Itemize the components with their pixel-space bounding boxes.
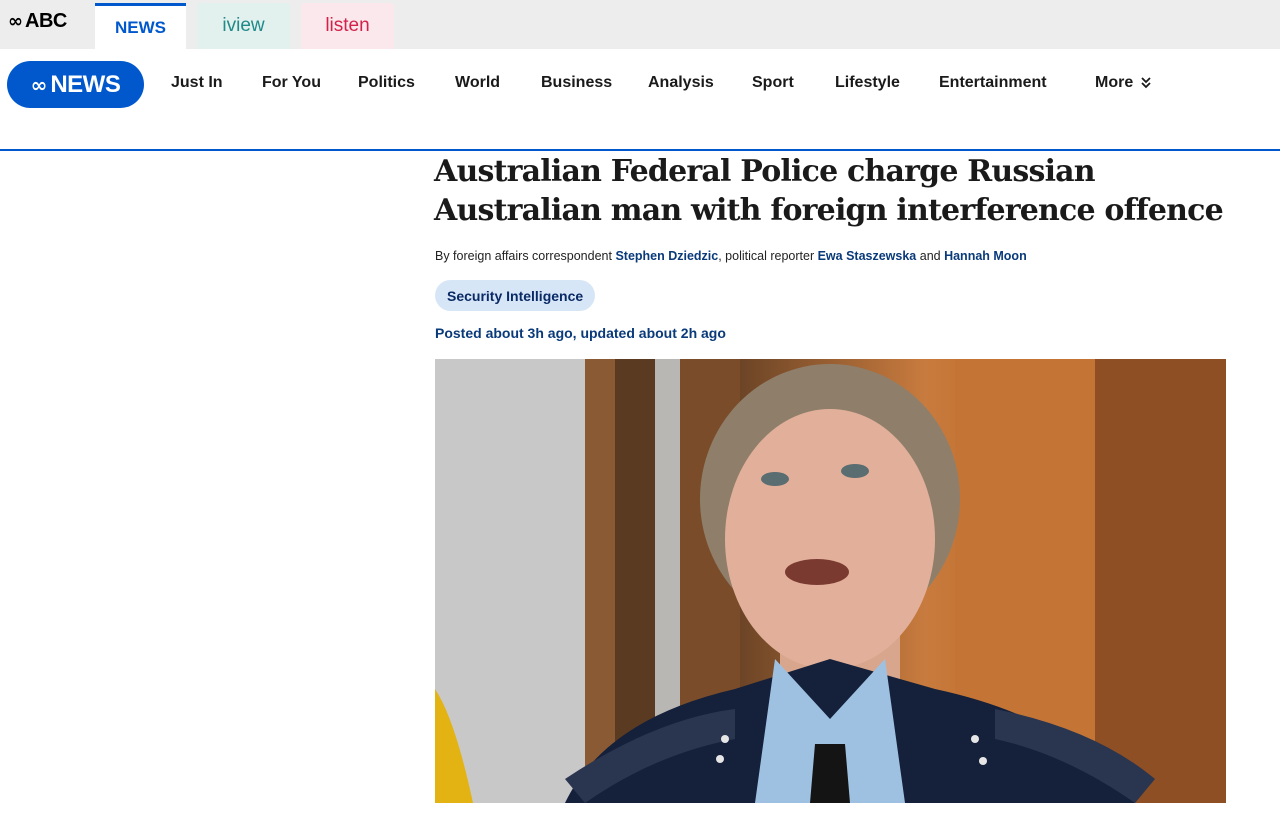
article-headline: Australian Federal Police charge Russian… [434, 154, 1224, 228]
nav-item-lifestyle[interactable]: Lifestyle [835, 74, 900, 92]
abc-lissajous-icon: ∞ [30, 72, 48, 97]
author-link-hannah-moon[interactable]: Hannah Moon [944, 249, 1027, 263]
abc-news-logo[interactable]: ∞ NEWS [7, 61, 144, 108]
nav-item-analysis[interactable]: Analysis [648, 74, 714, 92]
nav-item-more[interactable]: More [1095, 74, 1133, 92]
double-chevron-down-icon[interactable] [1140, 76, 1152, 94]
nav-item-entertainment[interactable]: Entertainment [939, 74, 1047, 92]
nav-item-sport[interactable]: Sport [752, 74, 794, 92]
hero-image [435, 359, 1226, 803]
double-chevron-down-icon-svg [1141, 77, 1151, 89]
nav-item-world[interactable]: World [455, 74, 500, 92]
main-nav: ∞ NEWS Just In For You Politics World Bu… [0, 49, 1280, 151]
nav-item-for-you[interactable]: For You [262, 74, 321, 92]
tab-iview[interactable]: iview [197, 3, 290, 49]
tab-listen[interactable]: listen [301, 3, 394, 49]
byline-and: and [916, 249, 945, 263]
byline-prefix: By foreign affairs correspondent [435, 249, 616, 263]
author-link-stephen-dziedzic[interactable]: Stephen Dziedzic [615, 249, 718, 263]
nav-item-just-in[interactable]: Just In [171, 74, 223, 92]
news-logo-text: NEWS [50, 70, 121, 98]
abc-logo[interactable]: ∞ ABC [8, 10, 67, 33]
network-bar: ∞ ABC NEWS iview listen [0, 0, 1280, 49]
nav-item-business[interactable]: Business [541, 74, 612, 92]
hero-photo-illustration [435, 359, 1226, 803]
byline-separator: , political reporter [718, 249, 818, 263]
byline: By foreign affairs correspondent Stephen… [435, 249, 1027, 263]
topic-tag[interactable]: Security Intelligence [435, 280, 596, 311]
abc-logo-text: ABC [25, 10, 67, 32]
abc-lissajous-icon: ∞ [8, 11, 23, 32]
article-timestamp: Posted about 3h ago, updated about 2h ag… [435, 325, 726, 341]
tab-news[interactable]: NEWS [95, 3, 186, 49]
nav-item-politics[interactable]: Politics [358, 74, 415, 92]
author-link-ewa-staszewska[interactable]: Ewa Staszewska [818, 249, 917, 263]
